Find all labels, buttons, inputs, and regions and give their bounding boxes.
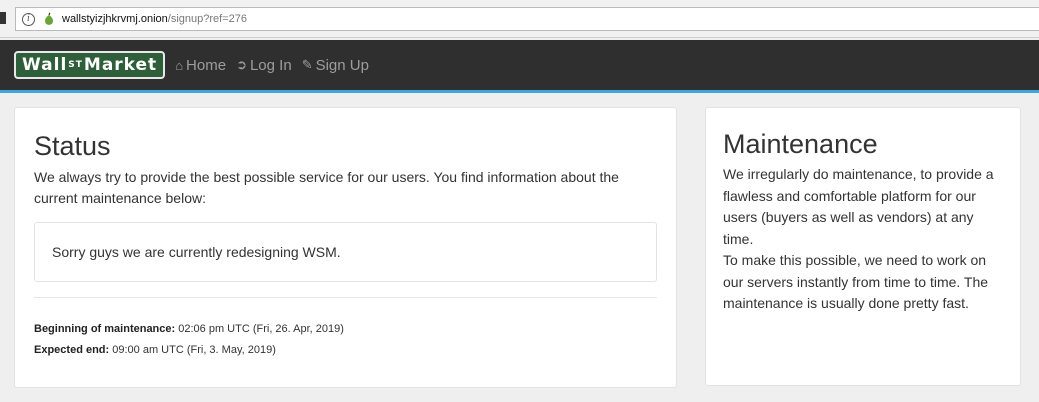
nav-login[interactable]: ➲ Log In [236,57,292,74]
maintenance-panel: Maintenance We irregularly do maintenanc… [705,107,1021,386]
divider [34,297,657,298]
nav-login-label: Log In [249,56,292,74]
pencil-icon: ✎ [301,57,313,72]
maintenance-times: Beginning of maintenance: 02:06 pm UTC (… [34,319,657,361]
site-navbar: Wall ST Market ⌂ Home ➲ Log In ✎ Sign Up [0,40,1039,93]
maintenance-notice: Sorry guys we are currently redesigning … [34,222,657,282]
brand-text-sup: ST [68,60,83,70]
pear-icon [44,12,54,25]
home-icon: ⌂ [175,57,184,73]
end-row: Expected end: 09:00 am UTC (Fri, 3. May,… [34,340,657,361]
brand-text-post: Market [83,55,158,75]
url-field[interactable]: i wallstyizjhkrvmj.onion/signup?ref=276 [15,7,1039,31]
brand-text-pre: Wall [22,55,68,75]
login-icon: ➲ [236,57,247,72]
status-panel: Status We always try to provide the best… [14,107,677,388]
url-host: wallstyizjhkrvmj.onion [62,13,168,25]
begin-value: 02:06 pm UTC (Fri, 26. Apr, 2019) [175,323,344,335]
nav-home-label: Home [186,56,227,74]
end-value: 09:00 am UTC (Fri, 3. May, 2019) [109,344,276,356]
maintenance-text: We irregularly do maintenance, to provid… [723,164,1003,315]
nav-home[interactable]: ⌂ Home [175,57,226,74]
nav-signup[interactable]: ✎ Sign Up [302,57,369,74]
status-title: Status [34,131,111,161]
begin-label: Beginning of maintenance: [34,323,176,335]
notice-text: Sorry guys we are currently redesigning … [52,244,341,260]
url-path: /signup?ref=276 [167,13,247,25]
brand-logo[interactable]: Wall ST Market [14,51,166,79]
maintenance-title: Maintenance [723,129,878,159]
info-icon[interactable]: i [22,12,35,26]
maintenance-para-1: We irregularly do maintenance, to provid… [723,166,994,247]
begin-row: Beginning of maintenance: 02:06 pm UTC (… [34,319,657,340]
browser-address-bar: i wallstyizjhkrvmj.onion/signup?ref=276 [0,0,1039,38]
status-lead: We always try to provide the best possib… [34,169,619,206]
maintenance-para-2: To make this possible, we need to work o… [723,252,989,311]
window-edge [0,12,6,24]
nav-signup-label: Sign Up [315,56,369,74]
end-label: Expected end: [34,344,110,356]
